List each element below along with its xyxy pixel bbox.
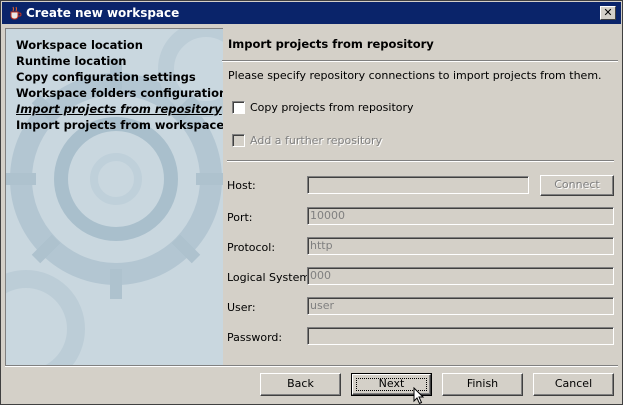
password-label: Password:	[227, 331, 283, 344]
wizard-banner: Workspace location Runtime location Copy…	[5, 28, 223, 366]
footer-divider	[5, 365, 618, 367]
form-divider	[227, 160, 614, 162]
create-workspace-dialog: Create new workspace ✕ Workspace locatio…	[0, 0, 623, 405]
user-label: User:	[227, 301, 256, 314]
connect-button[interactable]: Connect	[540, 175, 614, 196]
logical-system-label: Logical System:	[227, 271, 314, 284]
finish-button[interactable]: Finish	[442, 373, 523, 396]
step-workspace-folders-configuration[interactable]: Workspace folders configuration	[16, 85, 223, 101]
back-button[interactable]: Back	[260, 373, 341, 396]
add-repository-checkbox-row: Add a further repository	[232, 134, 382, 147]
close-icon: ✕	[603, 6, 613, 19]
wizard-steps-list: Workspace location Runtime location Copy…	[16, 37, 223, 133]
port-input[interactable]: 10000	[307, 207, 614, 225]
step-copy-configuration-settings[interactable]: Copy configuration settings	[16, 69, 223, 85]
step-import-projects-from-repository[interactable]: Import projects from repository	[16, 101, 223, 117]
user-input[interactable]: user	[307, 297, 614, 315]
copy-projects-label: Copy projects from repository	[250, 101, 414, 114]
header-divider	[222, 60, 618, 62]
copy-projects-checkbox-row[interactable]: Copy projects from repository	[232, 101, 414, 114]
add-repository-label: Add a further repository	[250, 134, 383, 147]
mouse-pointer-icon	[413, 387, 425, 405]
wizard-page: Import projects from repository Please s…	[222, 28, 618, 365]
close-button[interactable]: ✕	[600, 6, 616, 20]
port-label: Port:	[227, 211, 253, 224]
logical-system-input[interactable]: 000	[307, 267, 614, 285]
protocol-input[interactable]: http	[307, 237, 614, 255]
cancel-button[interactable]: Cancel	[533, 373, 614, 396]
window-title: Create new workspace	[26, 6, 180, 20]
page-description: Please specify repository connections to…	[228, 69, 602, 82]
host-label: Host:	[227, 179, 256, 192]
add-repository-checkbox	[232, 134, 245, 147]
step-import-projects-from-workspaces[interactable]: Import projects from workspaces	[16, 117, 223, 133]
step-workspace-location[interactable]: Workspace location	[16, 37, 223, 53]
protocol-label: Protocol:	[227, 241, 276, 254]
step-runtime-location[interactable]: Runtime location	[16, 53, 223, 69]
host-input[interactable]	[307, 176, 529, 194]
copy-projects-checkbox[interactable]	[232, 101, 245, 114]
title-bar[interactable]: Create new workspace ✕	[2, 2, 621, 24]
page-title: Import projects from repository	[228, 37, 434, 51]
java-cup-icon	[10, 6, 22, 20]
password-input[interactable]	[307, 327, 614, 345]
